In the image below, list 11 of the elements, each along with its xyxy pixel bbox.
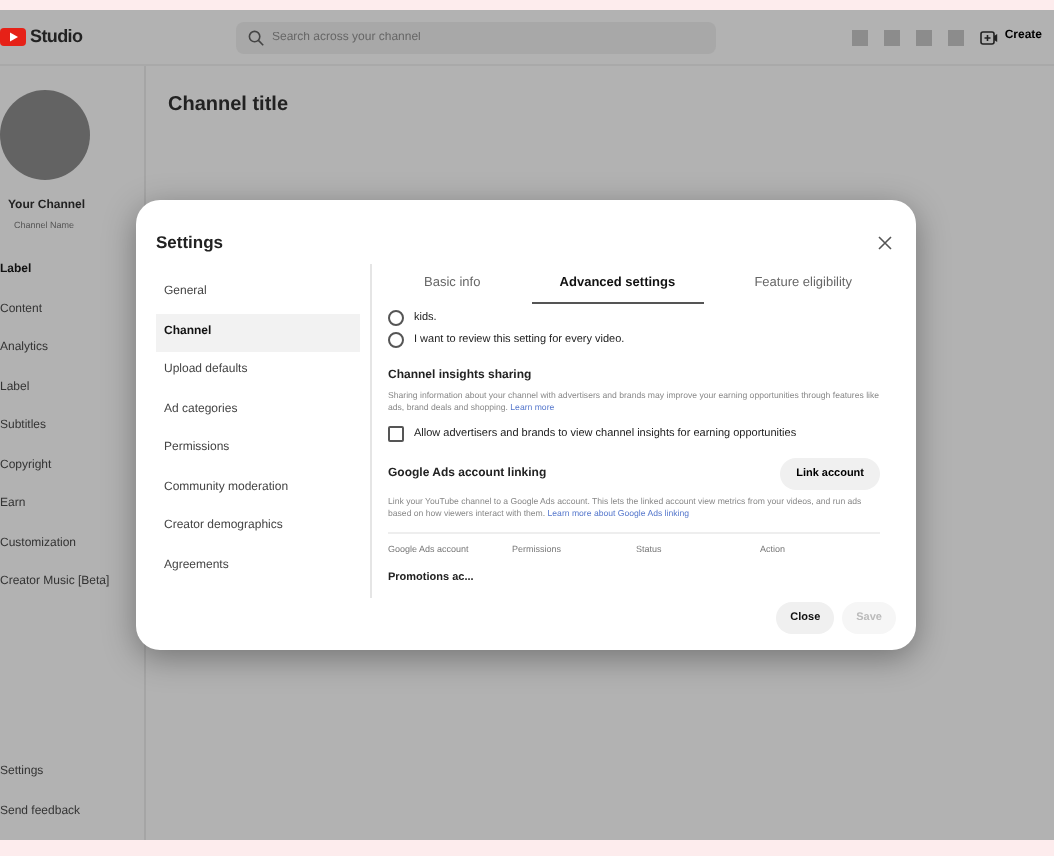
channel-title: Channel title (168, 92, 291, 120)
add-video-icon (980, 29, 999, 45)
logo-text: Studio (30, 23, 83, 50)
dialog-title: Settings (156, 231, 224, 253)
play-logo-icon (0, 28, 26, 46)
search-icon (248, 29, 264, 45)
radio-button[interactable] (388, 332, 404, 349)
checkbox[interactable] (388, 425, 404, 442)
close-icon[interactable] (878, 235, 892, 249)
avatar-circle (0, 90, 90, 180)
radio-button[interactable] (388, 309, 404, 326)
